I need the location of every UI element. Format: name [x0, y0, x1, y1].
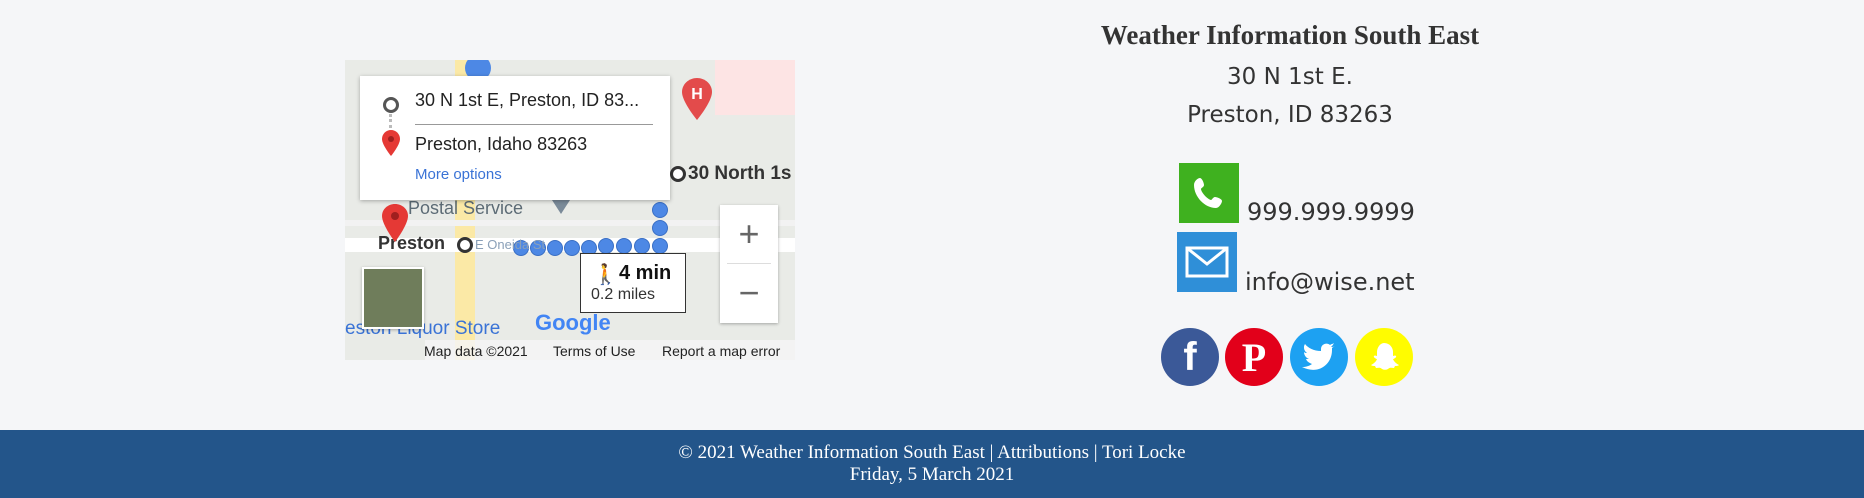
directions-card[interactable]: 30 N 1st E, Preston, ID 83... Preston, I…: [360, 76, 670, 200]
route-dot: [564, 240, 580, 256]
directions-origin[interactable]: 30 N 1st E, Preston, ID 83...: [415, 90, 639, 111]
route-dot: [547, 240, 563, 256]
zoom-out-button[interactable]: −: [720, 264, 778, 322]
embedded-map[interactable]: H Postal Service Preston E Oneida St 30 …: [345, 60, 795, 360]
route-dot: [652, 220, 668, 236]
phone-icon[interactable]: [1179, 163, 1239, 223]
route-dot: [652, 238, 668, 254]
hospital-icon[interactable]: H: [682, 78, 712, 125]
terms-of-use-link[interactable]: Terms of Use: [553, 343, 635, 359]
preston-origin-icon: [457, 237, 473, 253]
svg-text:H: H: [691, 86, 703, 103]
twitter-icon[interactable]: [1290, 328, 1348, 386]
zoom-control: + −: [720, 205, 778, 323]
satellite-toggle-button[interactable]: [362, 267, 424, 329]
pinterest-icon[interactable]: P: [1225, 328, 1283, 386]
route-dots-icon: [389, 114, 395, 128]
route-dot: [616, 238, 632, 254]
more-options-link[interactable]: More options: [415, 166, 502, 183]
map-label-30-north: 30 North 1s: [688, 163, 792, 184]
hospital-area: [715, 60, 795, 115]
walk-distance: 0.2 miles: [591, 286, 656, 303]
divider: [415, 124, 653, 125]
zoom-in-button[interactable]: +: [720, 205, 778, 263]
route-dot: [652, 202, 668, 218]
route-dot: [598, 238, 614, 254]
map-label-postal: Postal Service: [408, 198, 524, 218]
phone-number[interactable]: 999.999.9999: [1247, 198, 1415, 226]
destination-icon: [382, 130, 400, 161]
postal-icon: [552, 200, 570, 214]
footer: © 2021 Weather Information South East | …: [0, 430, 1864, 498]
origin-icon: [383, 97, 399, 113]
facebook-icon[interactable]: f: [1161, 328, 1219, 386]
footer-date: Friday, 5 March 2021: [849, 464, 1015, 485]
map-label-street: E Oneida St: [475, 237, 546, 252]
walk-time: 4 min: [619, 262, 672, 284]
footer-copyright: © 2021 Weather Information South East | …: [678, 442, 1186, 463]
origin-marker-icon: [670, 166, 686, 182]
site-title: Weather Information South East: [1100, 20, 1480, 50]
google-logo: Google: [535, 310, 611, 335]
route-dot: [634, 238, 650, 254]
address-line-2: Preston, ID 83263: [1187, 102, 1393, 128]
directions-destination[interactable]: Preston, Idaho 83263: [415, 134, 587, 155]
email-address[interactable]: info@wise.net: [1245, 268, 1415, 296]
address-line-1: 30 N 1st E.: [1227, 64, 1353, 90]
walking-icon: 🚶: [593, 264, 618, 286]
email-icon[interactable]: [1177, 232, 1237, 292]
destination-pin-icon[interactable]: [382, 204, 408, 247]
walking-time-box[interactable]: 🚶 4 min 0.2 miles: [580, 253, 686, 313]
map-data-text: Map data ©2021: [424, 343, 528, 359]
snapchat-icon[interactable]: [1355, 328, 1413, 386]
report-map-error-link[interactable]: Report a map error: [662, 343, 780, 359]
